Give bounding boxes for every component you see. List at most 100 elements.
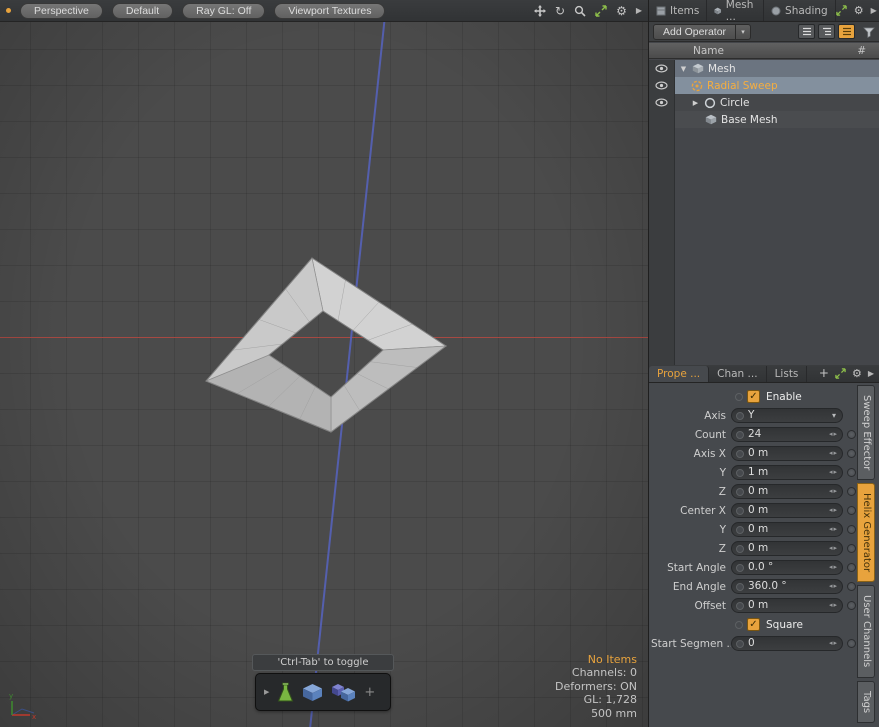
- raygl-button[interactable]: Ray GL: Off: [182, 3, 265, 19]
- channel-knob-icon[interactable]: [847, 430, 856, 439]
- channel-knob-icon[interactable]: [847, 601, 856, 610]
- stepper-arrows-icon[interactable]: ◂▸: [829, 450, 842, 457]
- count-field[interactable]: 24 ◂▸: [731, 427, 843, 442]
- channel-circle-icon[interactable]: [736, 450, 744, 458]
- radial-sweep-mesh[interactable]: [180, 240, 470, 450]
- checkbox-checked-icon[interactable]: ✓: [747, 618, 760, 631]
- item-row-mesh[interactable]: ▼ Mesh: [675, 60, 879, 77]
- channel-circle-icon[interactable]: [735, 621, 743, 629]
- side-tab-user-channels[interactable]: User Channels: [857, 585, 875, 677]
- enable-checkbox[interactable]: ✓ Enable: [731, 390, 802, 403]
- toolbar-overflow-icon[interactable]: ▶: [636, 6, 642, 15]
- add-tab-icon[interactable]: +: [819, 366, 829, 380]
- stepper-arrows-icon[interactable]: ◂▸: [829, 640, 842, 647]
- maximize-panel-icon[interactable]: [836, 5, 847, 16]
- channel-knob-icon[interactable]: [847, 639, 856, 648]
- channel-circle-icon[interactable]: [735, 393, 743, 401]
- channel-circle-icon[interactable]: [736, 602, 744, 610]
- channel-circle-icon[interactable]: [736, 488, 744, 496]
- expand-collapse-icon[interactable]: ▼: [679, 65, 688, 73]
- pan-icon[interactable]: [534, 5, 546, 17]
- add-operator-button[interactable]: Add Operator: [653, 24, 736, 40]
- channel-knob-icon[interactable]: [847, 449, 856, 458]
- zoom-icon[interactable]: [574, 5, 586, 17]
- hud-expand-icon[interactable]: ▶: [264, 688, 269, 696]
- axis-z-field[interactable]: 0 m ◂▸: [731, 484, 843, 499]
- end-angle-field[interactable]: 360.0 ° ◂▸: [731, 579, 843, 594]
- start-angle-field[interactable]: 0.0 ° ◂▸: [731, 560, 843, 575]
- add-operator-dropdown-icon[interactable]: ▾: [736, 24, 751, 40]
- axis-x-field[interactable]: 0 m ◂▸: [731, 446, 843, 461]
- channel-knob-icon[interactable]: [847, 544, 856, 553]
- side-tab-helix-generator[interactable]: Helix Generator: [857, 483, 875, 582]
- panel-settings-gear-icon[interactable]: ⚙: [852, 368, 862, 379]
- offset-field[interactable]: 0 m ◂▸: [731, 598, 843, 613]
- list-view-flat-button[interactable]: [798, 24, 815, 39]
- viewport-canvas[interactable]: x y 'Ctrl-Tab' to toggle ▶: [0, 22, 648, 727]
- channel-knob-icon[interactable]: [847, 468, 856, 477]
- panel-overflow-icon[interactable]: ▶: [871, 6, 877, 15]
- expand-collapse-icon[interactable]: ▶: [691, 99, 700, 107]
- viewport-settings-gear-icon[interactable]: ⚙: [616, 5, 627, 17]
- stepper-arrows-icon[interactable]: ◂▸: [829, 583, 842, 590]
- list-view-operators-button[interactable]: [838, 24, 855, 39]
- stepper-arrows-icon[interactable]: ◂▸: [829, 602, 842, 609]
- preset-cube-icon[interactable]: [302, 683, 323, 702]
- filter-funnel-icon[interactable]: [863, 26, 875, 38]
- channel-circle-icon[interactable]: [736, 469, 744, 477]
- axis-y-field[interactable]: 1 m ◂▸: [731, 465, 843, 480]
- tab-shading[interactable]: Shading: [764, 0, 836, 21]
- column-number[interactable]: #: [857, 45, 866, 57]
- tab-items[interactable]: Items: [649, 0, 707, 21]
- square-checkbox[interactable]: ✓ Square: [731, 618, 803, 631]
- item-row-circle[interactable]: ▶ Circle: [675, 94, 879, 111]
- hud-add-icon[interactable]: +: [364, 685, 375, 700]
- tab-properties[interactable]: Prope ...: [649, 366, 709, 382]
- channel-circle-icon[interactable]: [736, 583, 744, 591]
- preset-flask-icon[interactable]: [277, 682, 294, 703]
- channel-circle-icon[interactable]: [736, 564, 744, 572]
- channel-circle-icon[interactable]: [736, 545, 744, 553]
- channel-knob-icon[interactable]: [847, 487, 856, 496]
- channel-circle-icon[interactable]: [736, 412, 744, 420]
- side-tab-tags[interactable]: Tags: [857, 681, 875, 723]
- perspective-button[interactable]: Perspective: [20, 3, 103, 19]
- visibility-toggle-circle[interactable]: [649, 94, 674, 111]
- viewport-textures-button[interactable]: Viewport Textures: [274, 3, 385, 19]
- stepper-arrows-icon[interactable]: ◂▸: [829, 564, 842, 571]
- stepper-arrows-icon[interactable]: ◂▸: [829, 507, 842, 514]
- center-z-field[interactable]: 0 m ◂▸: [731, 541, 843, 556]
- channel-circle-icon[interactable]: [736, 526, 744, 534]
- start-segment-field[interactable]: 0 ◂▸: [731, 636, 843, 651]
- viewport-3d[interactable]: Perspective Default Ray GL: Off Viewport…: [0, 0, 649, 727]
- channel-circle-icon[interactable]: [736, 507, 744, 515]
- visibility-toggle-radial-sweep[interactable]: [649, 77, 674, 94]
- center-y-field[interactable]: 0 m ◂▸: [731, 522, 843, 537]
- shading-default-button[interactable]: Default: [112, 3, 173, 19]
- channel-circle-icon[interactable]: [736, 431, 744, 439]
- stepper-arrows-icon[interactable]: ◂▸: [829, 469, 842, 476]
- rotate-icon[interactable]: ↻: [555, 5, 565, 17]
- channel-knob-icon[interactable]: [847, 506, 856, 515]
- stepper-arrows-icon[interactable]: ◂▸: [829, 545, 842, 552]
- preset-cube-array-icon[interactable]: [331, 682, 356, 702]
- item-row-radial-sweep[interactable]: Radial Sweep: [675, 77, 879, 94]
- item-preset-hud[interactable]: ▶: [255, 673, 391, 711]
- center-x-field[interactable]: 0 m ◂▸: [731, 503, 843, 518]
- tab-lists[interactable]: Lists: [767, 366, 808, 382]
- checkbox-checked-icon[interactable]: ✓: [747, 390, 760, 403]
- visibility-toggle-mesh[interactable]: [649, 60, 674, 77]
- maximize-viewport-icon[interactable]: [595, 5, 607, 17]
- stepper-arrows-icon[interactable]: ◂▸: [829, 488, 842, 495]
- channel-knob-icon[interactable]: [847, 582, 856, 591]
- channel-knob-icon[interactable]: [847, 525, 856, 534]
- stepper-arrows-icon[interactable]: ◂▸: [829, 526, 842, 533]
- stepper-arrows-icon[interactable]: ◂▸: [829, 431, 842, 438]
- maximize-panel-icon[interactable]: [835, 368, 846, 379]
- panel-overflow-icon[interactable]: ▶: [868, 369, 874, 378]
- tab-mesh-ops[interactable]: Mesh ...: [707, 0, 764, 21]
- panel-settings-gear-icon[interactable]: ⚙: [854, 4, 864, 17]
- channel-circle-icon[interactable]: [736, 640, 744, 648]
- channel-knob-icon[interactable]: [847, 563, 856, 572]
- side-tab-sweep-effector[interactable]: Sweep Effector: [857, 385, 875, 480]
